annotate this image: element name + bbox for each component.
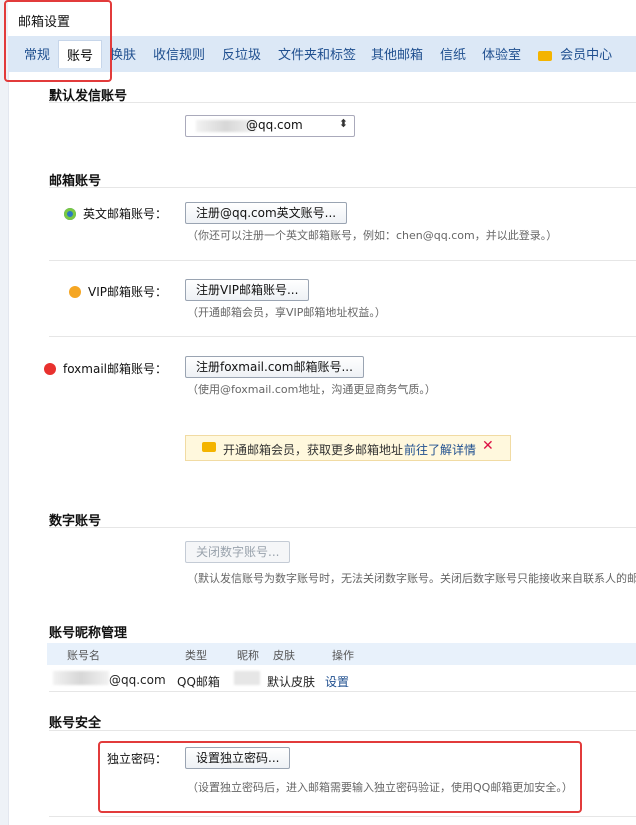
column-nickname: 昵称 <box>237 649 259 662</box>
column-type: 类型 <box>185 649 207 662</box>
tab-stationery[interactable]: 信纸 <box>440 44 466 63</box>
foxmail-account-hint: （使用@foxmail.com地址，沟通更显商务气质。） <box>187 383 436 396</box>
redacted-nickname <box>234 671 260 685</box>
vip-center-label: 会员中心 <box>560 48 613 63</box>
independent-password-label: 独立密码： <box>106 752 167 766</box>
register-vip-account-button[interactable]: 注册VIP邮箱账号... <box>185 279 310 301</box>
divider <box>49 527 636 528</box>
tab-lab[interactable]: 体验室 <box>482 44 521 63</box>
account-skin: 默认皮肤 <box>267 675 316 689</box>
vip-icon <box>538 50 552 61</box>
settings-content: 默认发信账号 @qq.com ⬍ 邮箱账号 英文邮箱账号： 注册@qq.com英… <box>8 72 636 825</box>
column-account: 账号名 <box>67 649 100 662</box>
register-foxmail-account-button[interactable]: 注册foxmail.com邮箱账号... <box>185 356 364 378</box>
vip-icon <box>202 442 216 452</box>
tab-other-mailboxes[interactable]: 其他邮箱 <box>371 44 423 63</box>
default-sender-select[interactable]: @qq.com ⬍ <box>185 115 355 137</box>
vip-account-hint: （开通邮箱会员，享VIP邮箱地址权益。） <box>187 306 386 319</box>
tab-anti-spam[interactable]: 反垃圾 <box>222 44 261 63</box>
divider <box>49 730 636 731</box>
divider <box>49 102 636 103</box>
tab-account[interactable]: 账号 <box>58 40 103 68</box>
account-type: QQ邮箱 <box>177 675 220 689</box>
promo-text: 开通邮箱会员，获取更多邮箱地址 <box>223 443 404 457</box>
independent-password-hint: （设置独立密码后，进入邮箱需要输入独立密码验证，使用QQ邮箱更加安全。） <box>187 781 573 794</box>
english-account-label: 英文邮箱账号： <box>64 205 167 222</box>
divider <box>49 816 636 817</box>
default-sender-value: @qq.com <box>246 118 303 132</box>
english-account-icon <box>64 208 77 220</box>
set-independent-password-button[interactable]: 设置独立密码... <box>185 747 291 769</box>
english-account-hint: （你还可以注册一个英文邮箱账号，例如：chen@qq.com，并以此登录。） <box>187 229 558 242</box>
tab-skin[interactable]: 换肤 <box>110 44 136 63</box>
vip-promo-banner: 开通邮箱会员，获取更多邮箱地址 前往了解详情 ✕ <box>185 435 511 461</box>
tab-general[interactable]: 常规 <box>24 44 50 63</box>
foxmail-account-label: foxmail邮箱账号： <box>44 360 167 377</box>
account-name: @qq.com <box>109 673 166 687</box>
vip-account-label: VIP邮箱账号： <box>69 283 167 300</box>
section-nickname-management: 账号昵称管理 <box>49 626 128 641</box>
tab-folders-labels[interactable]: 文件夹和标签 <box>278 44 356 63</box>
column-skin: 皮肤 <box>273 649 295 662</box>
close-digital-account-button[interactable]: 关闭数字账号... <box>185 541 291 563</box>
foxmail-icon <box>44 363 57 375</box>
column-action: 操作 <box>332 649 354 662</box>
close-icon[interactable]: ✕ <box>482 438 494 454</box>
select-arrow-icon: ⬍ <box>338 117 348 130</box>
divider <box>49 260 636 261</box>
vip-account-icon <box>69 286 82 298</box>
register-english-account-button[interactable]: 注册@qq.com英文账号... <box>185 202 348 224</box>
nickname-table-header: 账号名 类型 昵称 皮肤 操作 <box>47 643 636 665</box>
divider <box>49 691 636 692</box>
page-title: 邮箱设置 <box>18 15 71 30</box>
promo-details-link[interactable]: 前往了解详情 <box>404 441 476 458</box>
section-account-security: 账号安全 <box>49 716 102 731</box>
tab-receive-rules[interactable]: 收信规则 <box>153 44 205 63</box>
tab-vip-center[interactable]: 会员中心 <box>538 44 612 63</box>
divider <box>49 336 636 337</box>
title-bar: 邮箱设置 <box>8 0 636 36</box>
digital-account-hint: （默认发信账号为数字账号时，无法关闭数字账号。关闭后数字账号只能接收来自联系人的… <box>187 572 636 585</box>
nickname-settings-link[interactable]: 设置 <box>325 673 349 690</box>
settings-tabs: 常规 账号 换肤 收信规则 反垃圾 文件夹和标签 其他邮箱 信纸 体验室 会员中… <box>8 36 636 73</box>
divider <box>49 187 636 188</box>
redacted-account <box>53 671 109 685</box>
